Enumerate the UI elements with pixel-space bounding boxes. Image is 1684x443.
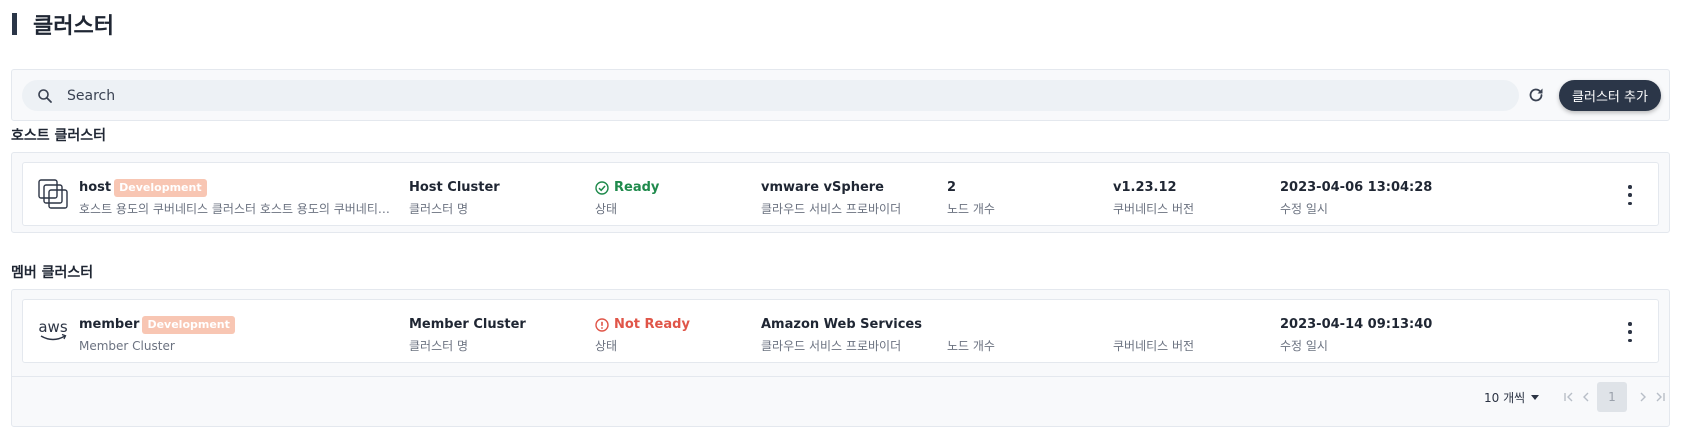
search-input[interactable] [65,86,1469,105]
node-count-label: 노드 개수 [947,202,995,216]
version-label: 쿠버네티스 버전 [1113,339,1195,353]
provider-column: vmware vSphere 클라우드 서비스 프로바이더 [761,179,901,217]
modified-label: 수정 일시 [1280,339,1328,353]
status-column: Ready 상태 [595,179,659,217]
pagination-bar: 10 개씩 1 [12,376,1669,417]
aws-logo-icon: aws [37,314,69,348]
cluster-type: Member Cluster [409,317,526,332]
provider-label: 클라우드 서비스 프로바이더 [761,339,902,353]
node-count-label: 노드 개수 [947,339,995,353]
provider-column: Amazon Web Services 클라우드 서비스 프로바이더 [761,316,922,354]
per-page-value: 10 개씩 [1484,391,1526,405]
status-value: Ready [614,180,660,195]
version-label: 쿠버네티스 버전 [1113,202,1195,216]
cluster-type-label: 클러스터 명 [409,202,469,216]
cluster-name-column: member Development Member Cluster [79,316,235,354]
host-cluster-card[interactable]: host Development 호스트 용도의 쿠버네티스 클러스터 호스트 … [22,162,1659,226]
add-cluster-button[interactable]: 클러스터 추가 [1559,80,1661,111]
more-options-icon[interactable] [1622,322,1638,342]
cluster-description: Member Cluster [79,339,175,353]
status-label: 상태 [595,339,618,353]
host-section-title: 호스트 클러스터 [11,128,107,144]
more-options-icon[interactable] [1622,185,1638,205]
last-page-icon[interactable] [1649,386,1671,408]
alert-circle-icon [595,318,609,332]
version-value: v1.23.12 [1113,180,1177,195]
cluster-name[interactable]: host [79,179,111,197]
prev-page-icon[interactable] [1575,386,1597,408]
version-column: v1.23.12 쿠버네티스 버전 [1113,179,1194,217]
modified-column: 2023-04-06 13:04:28 수정 일시 [1280,179,1432,217]
toolbar: 클러스터 추가 [11,69,1670,121]
cluster-type: Host Cluster [409,180,500,195]
modified-value: 2023-04-06 13:04:28 [1280,180,1433,195]
page-title-text: 클러스터 [33,14,114,39]
search-icon [37,88,53,104]
cluster-type-label: 클러스터 명 [409,339,469,353]
title-accent-bar [12,13,17,35]
environment-badge: Development [142,316,235,334]
chevron-down-icon [1531,395,1540,400]
member-cluster-card[interactable]: aws member Development Member Cluster Me… [22,299,1659,363]
search-box[interactable] [22,80,1519,111]
cluster-description: 호스트 용도의 쿠버네티스 클러스터 호스트 용도의 쿠버네티스… [79,202,399,216]
status-value: Not Ready [614,317,690,332]
member-cluster-panel: aws member Development Member Cluster Me… [11,289,1670,427]
cluster-type-column: Member Cluster 클러스터 명 [409,316,526,354]
provider-value: vmware vSphere [761,180,884,195]
modified-label: 수정 일시 [1280,202,1328,216]
vmware-cluster-icon [37,177,69,211]
environment-badge: Development [114,179,207,197]
cluster-name[interactable]: member [79,316,139,334]
node-count-value: 2 [947,180,957,195]
modified-column: 2023-04-14 09:13:40 수정 일시 [1280,316,1432,354]
version-column: 쿠버네티스 버전 [1113,316,1194,354]
page-title: 클러스터 [12,8,114,40]
refresh-button[interactable] [1525,84,1547,106]
member-section-title: 멤버 클러스터 [11,265,94,281]
status-label: 상태 [595,202,618,216]
version-value [1113,316,1194,334]
node-count-column: 노드 개수 [947,316,995,354]
status-column: Not Ready 상태 [595,316,690,354]
cluster-name-column: host Development 호스트 용도의 쿠버네티스 클러스터 호스트 … [79,179,399,217]
current-page[interactable]: 1 [1597,382,1627,412]
host-cluster-panel: host Development 호스트 용도의 쿠버네티스 클러스터 호스트 … [11,152,1670,233]
cluster-type-column: Host Cluster 클러스터 명 [409,179,500,217]
node-count-value [947,316,995,334]
provider-label: 클라우드 서비스 프로바이더 [761,202,902,216]
per-page-select[interactable]: 10 개씩 [1484,389,1540,406]
node-count-column: 2 노드 개수 [947,179,995,217]
check-circle-icon [595,181,609,195]
refresh-icon [1527,86,1545,104]
svg-text:aws: aws [38,318,67,336]
provider-value: Amazon Web Services [761,317,922,332]
modified-value: 2023-04-14 09:13:40 [1280,317,1433,332]
